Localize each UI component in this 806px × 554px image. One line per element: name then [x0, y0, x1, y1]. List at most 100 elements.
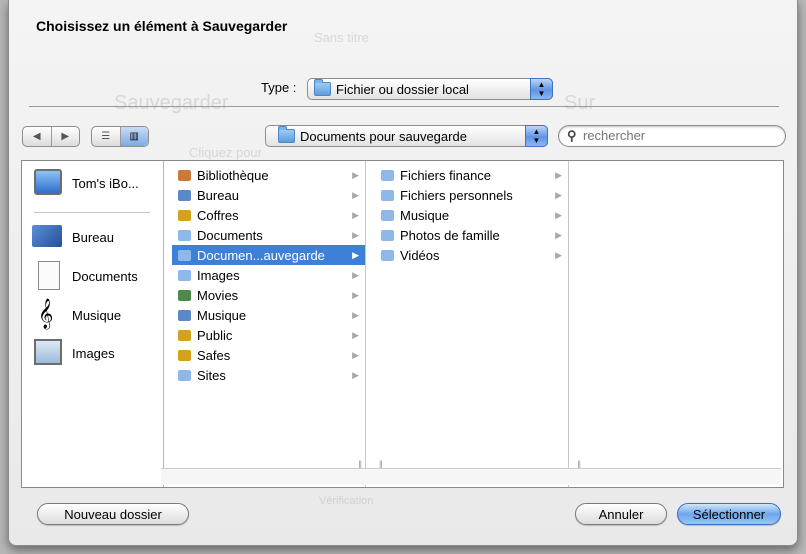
list-item[interactable]: Safes ▶ [172, 345, 365, 365]
list-item-label: Public [197, 327, 233, 343]
list-item[interactable]: Sites ▶ [172, 365, 365, 385]
folder-icon [381, 189, 394, 201]
sidebar-item-label: Documents [72, 268, 138, 284]
dialog-title: Choisissez un élément à Sauvegarder [36, 18, 288, 34]
popup-arrows-icon: ▲ ▼ [530, 78, 553, 100]
list-item-selected[interactable]: Documen...auvegarde ▶ [172, 245, 365, 265]
list-item[interactable]: Documents ▶ [172, 225, 365, 245]
forward-arrow-icon[interactable]: ▶ [50, 127, 80, 146]
list-item-label: Bureau [197, 187, 239, 203]
list-item[interactable]: Fichiers personnels ▶ [375, 185, 568, 205]
list-item-label: Sites [197, 367, 226, 383]
list-item-label: Fichiers personnels [400, 187, 513, 203]
public-folder-icon [178, 329, 191, 341]
list-item[interactable]: Vidéos ▶ [375, 245, 568, 265]
list-item[interactable]: Musique ▶ [172, 305, 365, 325]
desktop-folder-icon [178, 189, 191, 201]
back-forward-control[interactable]: ◀ ▶ [22, 126, 80, 147]
sidebar-item-computer[interactable]: Tom's iBo... [22, 166, 163, 200]
disclosure-arrow-icon: ▶ [352, 349, 359, 360]
browser-column-1: Bibliothèque ▶ Bureau ▶ Coffres ▶ Documents… [172, 161, 366, 487]
disclosure-arrow-icon: ▶ [352, 249, 359, 260]
computer-icon [34, 169, 62, 195]
select-button[interactable]: Sélectionner [677, 503, 781, 525]
disclosure-arrow-icon: ▶ [352, 289, 359, 300]
list-item[interactable]: Photos de famille ▶ [375, 225, 568, 245]
list-item-label: Photos de famille [400, 227, 500, 243]
back-arrow-icon[interactable]: ◀ [23, 127, 51, 146]
background-click-label: Cliquez pour [189, 145, 262, 160]
background-save-label: Sauvegarder [114, 92, 229, 114]
type-popup-value: Fichier ou dossier local [336, 81, 469, 97]
disclosure-arrow-icon: ▶ [352, 209, 359, 220]
column-view-icon[interactable]: ▥ [119, 127, 148, 146]
choose-item-dialog: Sans titre Sauvegarder Sur Cliquez pour … [8, 0, 798, 546]
list-item-label: Coffres [197, 207, 239, 223]
list-item[interactable]: Bibliothèque ▶ [172, 165, 365, 185]
location-popup-value: Documents pour sauvegarde [300, 128, 467, 144]
disclosure-arrow-icon: ▶ [555, 249, 562, 260]
list-item-label: Vidéos [400, 247, 440, 263]
popup-arrows-icon: ▲ ▼ [525, 125, 548, 147]
music-icon: 𝄞 [38, 299, 54, 329]
list-item[interactable]: Images ▶ [172, 265, 365, 285]
list-item[interactable]: Musique ▶ [375, 205, 568, 225]
horizontal-scrollbar[interactable] [161, 468, 781, 485]
list-item-label: Images [197, 267, 240, 283]
disclosure-arrow-icon: ▶ [352, 329, 359, 340]
list-item-label: Safes [197, 347, 231, 363]
list-item-label: Musique [400, 207, 450, 223]
disclosure-arrow-icon: ▶ [352, 369, 359, 380]
search-icon: ⚲ [567, 128, 577, 143]
type-label: Type : [261, 80, 297, 95]
sidebar-item-label: Tom's iBo... [72, 175, 139, 191]
browser-column-3 [578, 161, 782, 487]
sidebar-item-label: Images [72, 345, 115, 361]
desktop-icon [32, 225, 62, 247]
list-item-label: Documen...auvegarde [197, 247, 325, 263]
list-view-icon[interactable]: ☰ [92, 127, 120, 146]
list-item[interactable]: Public ▶ [172, 325, 365, 345]
type-popup[interactable]: Fichier ou dossier local ▲ ▼ [307, 78, 553, 100]
folder-icon [178, 229, 191, 241]
folder-icon [314, 79, 331, 96]
list-item[interactable]: Coffres ▶ [172, 205, 365, 225]
disclosure-arrow-icon: ▶ [352, 169, 359, 180]
list-item-label: Documents [197, 227, 263, 243]
list-item[interactable]: Bureau ▶ [172, 185, 365, 205]
sidebar-item-musique[interactable]: 𝄞 Musique [22, 298, 163, 332]
list-item-label: Bibliothèque [197, 167, 269, 183]
folder-icon [178, 249, 191, 261]
sidebar-item-documents[interactable]: Documents [22, 259, 163, 293]
safe-folder-icon [178, 209, 191, 221]
sidebar-item-label: Musique [72, 307, 122, 323]
images-folder-icon [178, 269, 191, 281]
sites-folder-icon [178, 369, 191, 381]
list-item[interactable]: Movies ▶ [172, 285, 365, 305]
list-item[interactable]: Fichiers finance ▶ [375, 165, 568, 185]
view-mode-control[interactable]: ☰ ▥ [91, 126, 149, 147]
file-browser: Tom's iBo... Bureau Documents 𝄞 Musique … [21, 160, 784, 488]
sidebar-item-images[interactable]: Images [22, 336, 163, 370]
search-input[interactable] [583, 128, 773, 143]
folder-icon [381, 229, 394, 241]
folder-icon [381, 169, 394, 181]
background-verify-label: Vérification [319, 495, 374, 507]
browser-column-2: Fichiers finance ▶ Fichiers personnels ▶ M… [375, 161, 581, 487]
sidebar-separator [34, 212, 150, 213]
search-field[interactable]: ⚲ [558, 125, 786, 147]
new-folder-button[interactable]: Nouveau dossier [37, 503, 189, 525]
sidebar-item-bureau[interactable]: Bureau [22, 220, 163, 254]
safe-folder-icon [178, 349, 191, 361]
disclosure-arrow-icon: ▶ [352, 189, 359, 200]
disclosure-arrow-icon: ▶ [352, 229, 359, 240]
list-item-label: Musique [197, 307, 247, 323]
images-icon [34, 339, 62, 365]
library-folder-icon [178, 169, 191, 181]
location-popup[interactable]: Documents pour sauvegarde ▲ ▼ [265, 125, 548, 147]
cancel-button[interactable]: Annuler [575, 503, 667, 525]
disclosure-arrow-icon: ▶ [352, 309, 359, 320]
disclosure-arrow-icon: ▶ [352, 269, 359, 280]
folder-icon [381, 209, 394, 221]
background-on-label: Sur [564, 92, 596, 114]
